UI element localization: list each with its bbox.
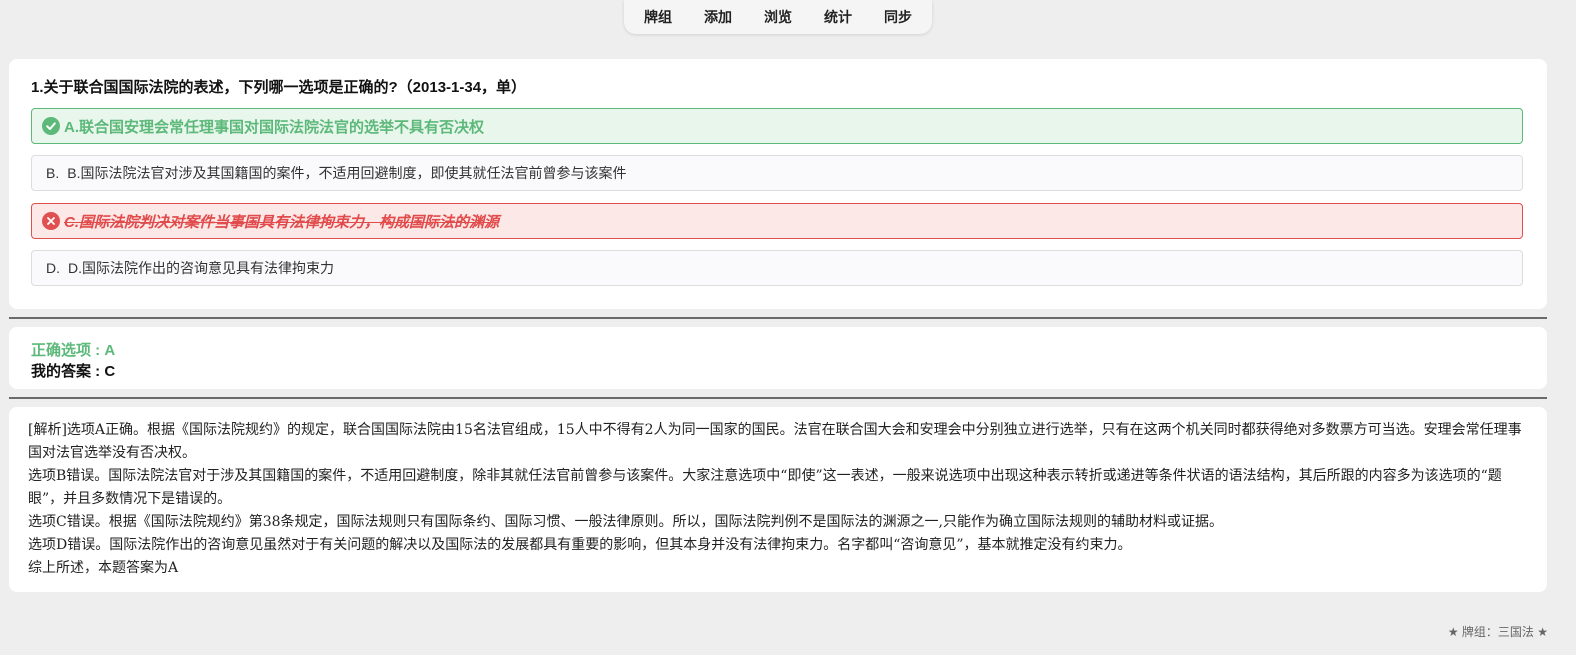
explanation-line: 选项D错误。国际法院作出的咨询意见虽然对于有关问题的解决以及国际法的发展都具有重… xyxy=(28,537,1132,553)
nav-sync[interactable]: 同步 xyxy=(868,7,928,27)
nav-browse[interactable]: 浏览 xyxy=(748,7,808,27)
explanation-line: 综上所述，本题答案为A xyxy=(28,560,179,576)
explanation-text: [解析]选项A正确。根据《国际法院规约》的规定，联合国国际法院由15名法官组成，… xyxy=(28,419,1522,580)
answer-card: 正确选项 : A 我的答案 : C xyxy=(9,327,1547,389)
nav-decks[interactable]: 牌组 xyxy=(628,7,688,27)
nav-add[interactable]: 添加 xyxy=(688,7,748,27)
option-c[interactable]: C.国际法院判决对案件当事国具有法律拘束力，构成国际法的渊源 xyxy=(31,203,1523,239)
explanation-card: [解析]选项A正确。根据《国际法院规约》的规定，联合国国际法院由15名法官组成，… xyxy=(9,407,1547,592)
option-d-label: D.国际法院作出的咨询意见具有法律拘束力 xyxy=(68,260,334,276)
option-b-prefix: B. xyxy=(46,165,60,181)
option-c-label: C.国际法院判决对案件当事国具有法律拘束力，构成国际法的渊源 xyxy=(64,213,500,231)
top-nav: 牌组 添加 浏览 统计 同步 xyxy=(624,0,932,34)
question-text: 1.关于联合国国际法院的表述，下列哪一选项是正确的?（2013-1-34，单） xyxy=(31,79,527,96)
divider xyxy=(9,317,1547,319)
my-answer: 我的答案 : C xyxy=(31,363,116,380)
close-circle-icon xyxy=(42,212,60,230)
option-d-prefix: D. xyxy=(46,260,60,276)
explanation-line: 选项B错误。国际法院法官对于涉及其国籍国的案件，不适用回避制度，除非其就任法官前… xyxy=(28,468,1502,507)
option-d[interactable]: D. D.国际法院作出的咨询意见具有法律拘束力 xyxy=(31,250,1523,286)
check-circle-icon xyxy=(42,117,60,135)
divider xyxy=(9,397,1547,399)
option-a[interactable]: A.联合国安理会常任理事国对国际法院法官的选举不具有否决权 xyxy=(31,108,1523,144)
question-card: 1.关于联合国国际法院的表述，下列哪一选项是正确的?（2013-1-34，单） … xyxy=(9,59,1547,309)
option-b-label: B.国际法院法官对涉及其国籍国的案件，不适用回避制度，即使其就任法官前曾参与该案… xyxy=(67,165,627,181)
correct-answer: 正确选项 : A xyxy=(31,342,116,359)
deck-footer: ★ 牌组：三国法 ★ xyxy=(1447,625,1548,639)
explanation-line: [解析]选项A正确。根据《国际法院规约》的规定，联合国国际法院由15名法官组成，… xyxy=(28,422,1522,461)
option-a-label: A.联合国安理会常任理事国对国际法院法官的选举不具有否决权 xyxy=(64,118,485,136)
nav-stats[interactable]: 统计 xyxy=(808,7,868,27)
option-b[interactable]: B. B.国际法院法官对涉及其国籍国的案件，不适用回避制度，即使其就任法官前曾参… xyxy=(31,155,1523,191)
explanation-line: 选项C错误。根据《国际法院规约》第38条规定，国际法规则只有国际条约、国际习惯、… xyxy=(28,514,1223,530)
